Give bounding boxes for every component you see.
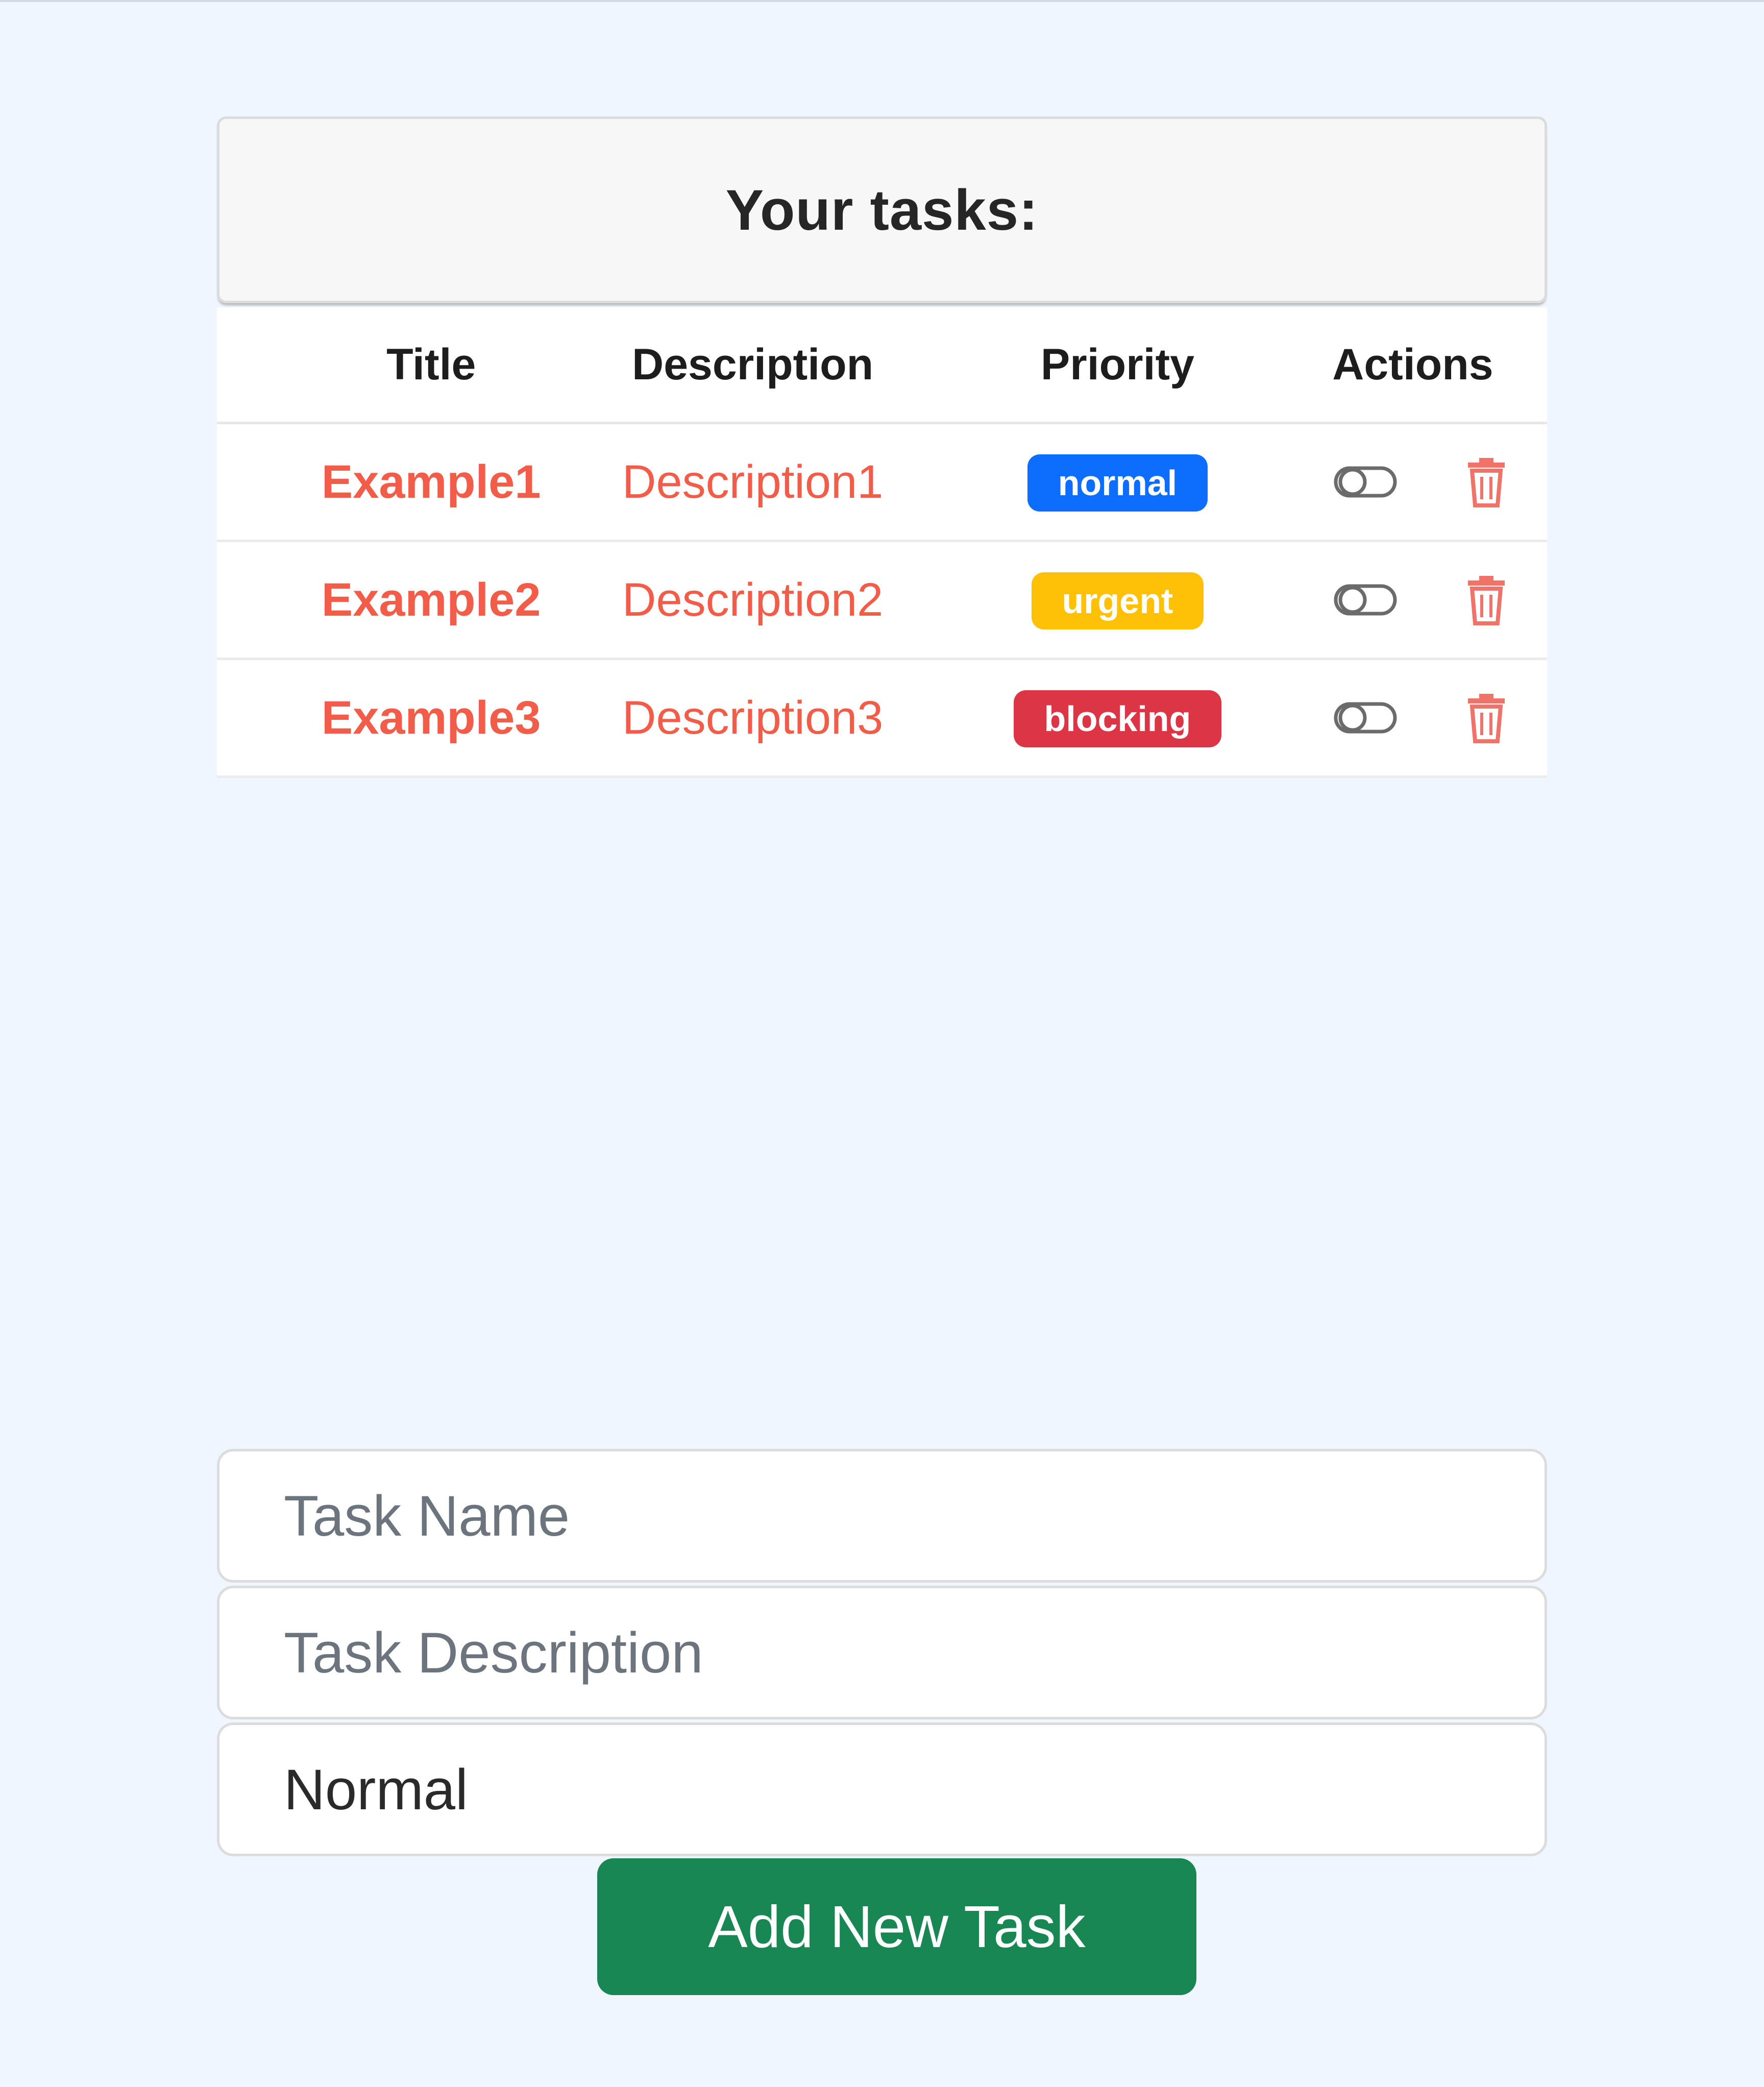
top-divider: [0, 0, 1764, 2]
tasks-card: Your tasks: Title Description Priority A…: [217, 116, 1547, 778]
trash-icon[interactable]: [1461, 574, 1512, 625]
priority-cell: urgent: [956, 541, 1279, 660]
actions-cell: [1278, 423, 1547, 542]
toggle-icon[interactable]: [1334, 700, 1397, 736]
task-title: Example2: [217, 541, 549, 660]
task-title: Example3: [217, 659, 549, 778]
table-header-row: Title Description Priority Actions: [217, 307, 1547, 424]
priority-cell: normal: [956, 423, 1279, 542]
toggle-icon[interactable]: [1334, 464, 1397, 500]
trash-icon[interactable]: [1461, 456, 1512, 507]
task-title: Example1: [217, 423, 549, 542]
column-header-priority: Priority: [956, 307, 1279, 424]
add-new-task-button[interactable]: Add New Task: [597, 1858, 1196, 1995]
trash-icon[interactable]: [1461, 692, 1512, 743]
row-actions: [1279, 692, 1547, 743]
priority-cell: blocking: [956, 659, 1279, 778]
priority-select-value: Normal: [284, 1757, 468, 1822]
task-name-input[interactable]: [217, 1449, 1547, 1583]
table-row: Example2 Description2 urgent: [217, 541, 1547, 660]
toggle-icon[interactable]: [1334, 582, 1397, 618]
actions-cell: [1278, 659, 1547, 778]
card-header: Your tasks:: [217, 116, 1547, 303]
column-header-actions: Actions: [1278, 307, 1547, 424]
priority-badge: blocking: [1013, 690, 1222, 747]
task-description: Description3: [549, 659, 957, 778]
priority-badge: urgent: [1031, 572, 1204, 629]
task-description: Description2: [549, 541, 957, 660]
table-row: Example1 Description1 normal: [217, 423, 1547, 542]
priority-badge: normal: [1027, 454, 1208, 512]
column-header-description: Description: [549, 307, 957, 424]
row-actions: [1279, 574, 1547, 625]
tasks-table: Title Description Priority Actions Examp…: [217, 307, 1547, 778]
priority-select[interactable]: Normal: [217, 1722, 1547, 1856]
column-header-title: Title: [217, 307, 549, 424]
actions-cell: [1278, 541, 1547, 660]
task-description-input[interactable]: [217, 1586, 1547, 1719]
table-row: Example3 Description3 blocking: [217, 659, 1547, 778]
row-actions: [1279, 456, 1547, 507]
task-description: Description1: [549, 423, 957, 542]
